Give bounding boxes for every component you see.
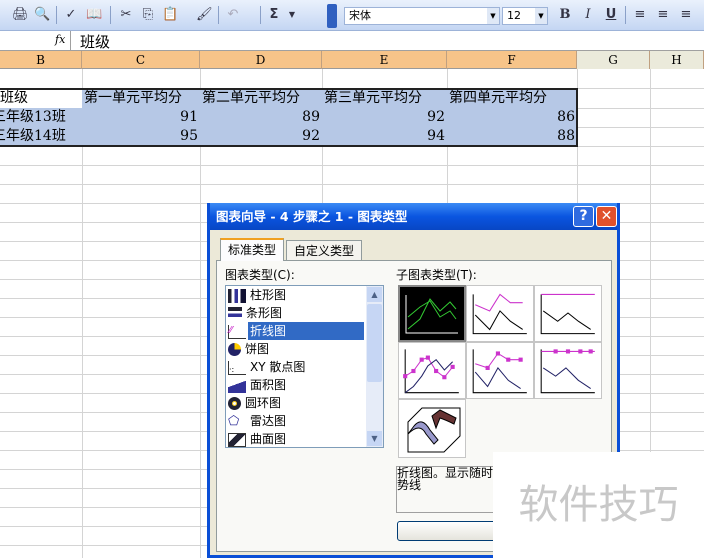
formula-bar: fx 班级 [0,31,704,51]
cell-f2[interactable]: 第四单元平均分 [449,89,577,108]
formula-input[interactable]: 班级 [80,31,110,52]
scroll-down-icon[interactable]: ▼ [367,431,382,446]
standard-toolbar: 🖨 🔍 ✓ 📖 ✂ ⎘ 📋 🖌 ↶ Σ ▼ 宋体 ▼ 12 ▼ B I U ≡ ≡ … [0,0,704,31]
print-preview-icon[interactable]: 🔍 [34,7,50,23]
font-name-value: 宋体 [349,9,371,22]
tab-standard-types[interactable]: 标准类型 [220,238,285,261]
list-item-line[interactable]: ⁄⁄ 折线图 [228,322,366,340]
cell-d3[interactable]: 89 [200,108,320,127]
cell-c3[interactable]: 91 [82,108,198,127]
subtype-100-stacked-line-markers[interactable] [534,342,602,399]
list-item-radar[interactable]: ⬠ 雷达图 [228,412,366,430]
column-header-e[interactable]: E [322,51,447,69]
separator [110,6,111,24]
chevron-down-icon[interactable]: ▼ [487,8,499,24]
copy-icon[interactable]: ⎘ [140,7,156,23]
scroll-up-icon[interactable]: ▲ [367,287,382,302]
subtype-stacked-line-markers[interactable] [466,342,534,399]
align-left-icon[interactable]: ≡ [632,7,648,23]
align-right-icon[interactable]: ≡ [678,7,694,23]
print-icon[interactable]: 🖨 [12,7,29,23]
subtype-3d-line[interactable] [398,399,466,458]
bar-chart-icon [228,306,242,321]
cell-c2[interactable]: 第一单元平均分 [84,89,200,108]
subtype-stacked-line[interactable] [466,285,534,342]
column-headers: B C D E F G H [0,51,704,69]
line-chart-icon: ⁄⁄ [228,324,246,339]
format-painter-icon[interactable]: 🖌 [196,7,213,23]
list-item-column[interactable]: 柱形图 [228,286,366,304]
cell-b3[interactable]: 三年级13班 [0,108,82,127]
column-chart-icon [228,288,246,303]
underline-button[interactable]: U [603,7,619,23]
paste-icon[interactable]: 📋 [162,7,178,23]
column-header-b[interactable]: B [0,51,82,69]
font-name-select[interactable]: 宋体 ▼ [344,7,500,25]
watermark: 软件技巧 [493,452,704,558]
radar-chart-icon: ⬠ [228,413,240,429]
chart-subtype-grid [396,283,602,458]
autosum-icon[interactable]: Σ [266,7,282,23]
list-item-pie[interactable]: 饼图 [228,340,366,358]
italic-button[interactable]: I [580,7,596,23]
separator [218,6,219,24]
column-header-f[interactable]: F [447,51,577,69]
toolbar-grip[interactable] [327,4,337,28]
cell-b4[interactable]: 三年级14班 [0,127,82,146]
cell-e3[interactable]: 92 [322,108,445,127]
column-header-h[interactable]: H [650,51,704,69]
list-item-scatter[interactable]: ·: XY 散点图 [228,358,366,376]
chart-type-label: 图表类型(C): [225,268,295,282]
subtype-line-markers[interactable] [398,342,466,399]
close-button[interactable]: ✕ [596,206,617,227]
bold-button[interactable]: B [557,7,573,23]
cell-c4[interactable]: 95 [82,127,198,146]
undo-icon[interactable]: ↶ [225,7,241,23]
cell-d4[interactable]: 92 [200,127,320,146]
separator [260,6,261,24]
subtype-label: 子图表类型(T): [396,268,477,282]
chart-type-list[interactable]: 柱形图 条形图 ⁄⁄ 折线图 饼图 ·: XY 散点图 面积图 圆环图 ⬠ 雷达图 曲… [225,285,384,448]
dialog-title-bar[interactable]: 图表向导 - 4 步骤之 1 - 图表类型 ? ✕ [210,203,617,230]
list-item-area[interactable]: 面积图 [228,376,366,394]
cell-e4[interactable]: 94 [322,127,445,146]
scroll-thumb[interactable] [367,304,382,382]
align-center-icon[interactable]: ≡ [655,7,671,23]
area-chart-icon [228,378,246,393]
doughnut-chart-icon [228,397,241,410]
tab-custom-types[interactable]: 自定义类型 [286,240,363,261]
cell-d2[interactable]: 第二单元平均分 [202,89,322,108]
scatter-chart-icon: ·: [228,360,246,375]
cell-b2[interactable]: 班级 [0,89,82,108]
list-scrollbar[interactable]: ▲ ▼ [366,286,383,447]
column-header-g[interactable]: G [577,51,650,69]
pie-chart-icon [228,343,241,356]
cell-f3[interactable]: 86 [447,108,575,127]
function-icon[interactable]: fx [55,33,65,46]
dialog-title: 图表向导 - 4 步骤之 1 - 图表类型 [216,209,408,224]
separator [625,6,626,24]
research-icon[interactable]: 📖 [86,7,102,23]
chevron-down-icon[interactable]: ▼ [535,8,547,24]
chevron-down-icon[interactable]: ▼ [284,7,300,23]
separator [56,6,57,24]
cut-icon[interactable]: ✂ [118,7,134,23]
cell-e2[interactable]: 第三单元平均分 [324,89,447,108]
help-button[interactable]: ? [573,206,594,227]
column-header-d[interactable]: D [200,51,322,69]
column-header-c[interactable]: C [82,51,200,69]
cell-f4[interactable]: 88 [447,127,575,146]
font-size-select[interactable]: 12 ▼ [502,7,548,25]
list-item-surface[interactable]: 曲面图 [228,430,366,448]
list-item-doughnut[interactable]: 圆环图 [228,394,366,412]
spelling-icon[interactable]: ✓ [63,7,79,23]
font-size-value: 12 [507,9,521,22]
surface-chart-icon [228,432,246,447]
list-item-bar[interactable]: 条形图 [228,304,366,322]
subtype-100-stacked-line[interactable] [534,285,602,342]
subtype-line[interactable] [398,285,466,342]
